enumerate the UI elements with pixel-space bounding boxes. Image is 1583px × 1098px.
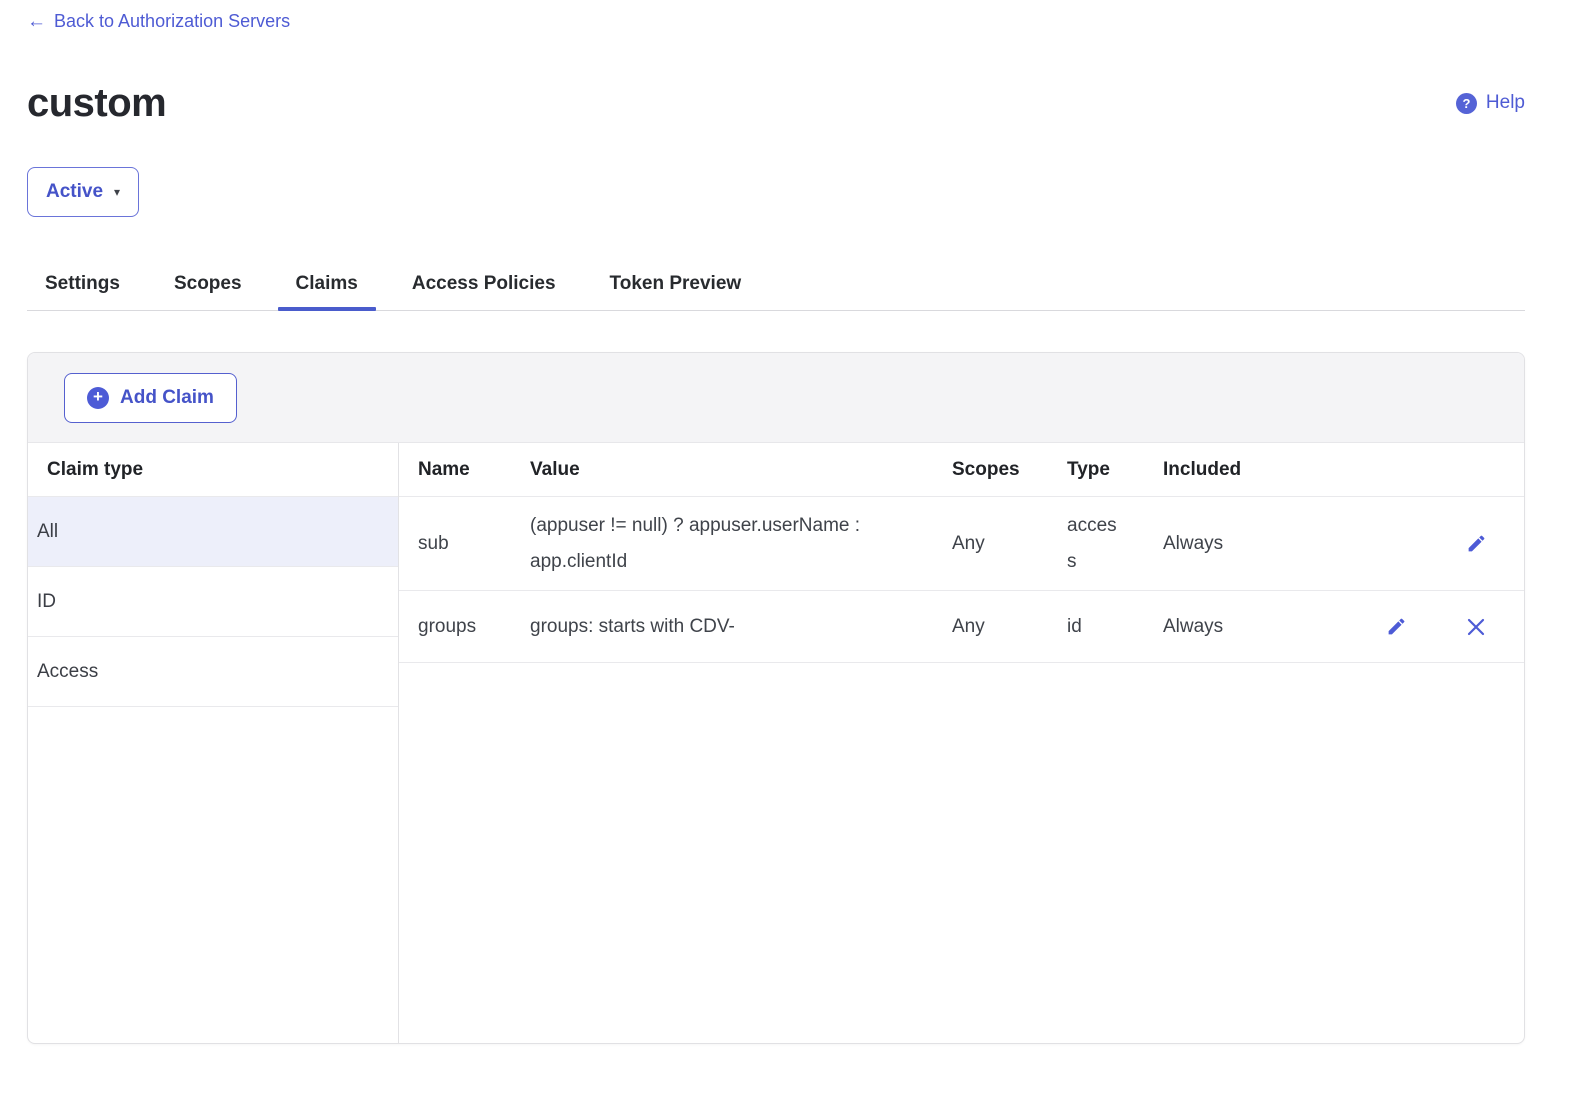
page-title: custom (27, 81, 166, 125)
col-header-included: Included (1144, 452, 1301, 488)
claims-table-header: Name Value Scopes Type Included (399, 443, 1524, 497)
status-label: Active (46, 181, 103, 203)
row-actions (1301, 532, 1524, 556)
col-header-scopes: Scopes (933, 452, 1048, 488)
col-header-name: Name (399, 452, 511, 488)
claim-type-header: Claim type (28, 443, 398, 497)
help-icon: ? (1456, 93, 1477, 114)
add-claim-button[interactable]: + Add Claim (64, 373, 237, 423)
table-row-sub: sub (appuser != null) ? appuser.userName… (399, 497, 1524, 591)
claim-value: groups: starts with CDV- (511, 609, 933, 645)
tab-access-policies[interactable]: Access Policies (394, 257, 574, 310)
pencil-icon (1466, 533, 1487, 554)
add-claim-label: Add Claim (120, 387, 214, 409)
claim-name: groups (399, 609, 511, 645)
back-link-label: Back to Authorization Servers (54, 11, 290, 32)
edit-claim-button[interactable] (1384, 615, 1408, 639)
help-button[interactable]: ? Help (1456, 92, 1525, 114)
claims-panel: + Add Claim Claim type All ID Access Nam… (27, 352, 1525, 1044)
edit-claim-button[interactable] (1464, 532, 1488, 556)
pencil-icon (1386, 616, 1407, 637)
delete-claim-button[interactable] (1464, 615, 1488, 639)
page-header: custom ? Help (27, 81, 1525, 125)
col-header-value: Value (511, 452, 933, 488)
claim-type-item-id[interactable]: ID (28, 567, 398, 637)
claim-type-sidebar: Claim type All ID Access (28, 443, 399, 1044)
claim-type-item-access[interactable]: Access (28, 637, 398, 707)
claim-scopes: Any (933, 526, 1048, 562)
tab-scopes[interactable]: Scopes (156, 257, 260, 310)
claim-included: Always (1144, 609, 1301, 645)
chevron-down-icon: ▾ (114, 186, 120, 198)
claim-name: sub (399, 526, 511, 562)
claim-type-item-all[interactable]: All (28, 497, 398, 567)
claim-value: (appuser != null) ? appuser.userName : a… (511, 508, 933, 580)
claim-scopes: Any (933, 609, 1048, 645)
plus-circle-icon: + (87, 387, 109, 409)
tab-token-preview[interactable]: Token Preview (592, 257, 760, 310)
table-row-groups: groups groups: starts with CDV- Any id A… (399, 591, 1524, 663)
tab-claims[interactable]: Claims (278, 257, 376, 310)
help-label: Help (1486, 92, 1525, 114)
page: ← Back to Authorization Servers custom ?… (0, 0, 1583, 1044)
row-actions (1301, 615, 1524, 639)
back-link[interactable]: ← Back to Authorization Servers (27, 11, 290, 32)
close-icon (1467, 618, 1485, 636)
claims-panel-toolbar: + Add Claim (28, 353, 1524, 443)
tab-bar: Settings Scopes Claims Access Policies T… (27, 257, 1525, 311)
claim-included: Always (1144, 526, 1301, 562)
claims-panel-body: Claim type All ID Access Name Value Scop… (28, 443, 1524, 1044)
status-dropdown[interactable]: Active ▾ (27, 167, 139, 217)
claim-type: access (1048, 508, 1144, 580)
col-header-type: Type (1048, 452, 1144, 488)
claims-table: Name Value Scopes Type Included sub (app… (399, 443, 1524, 1044)
back-arrow-icon: ← (27, 12, 46, 31)
claim-type: id (1048, 609, 1144, 645)
tab-settings[interactable]: Settings (27, 257, 138, 310)
